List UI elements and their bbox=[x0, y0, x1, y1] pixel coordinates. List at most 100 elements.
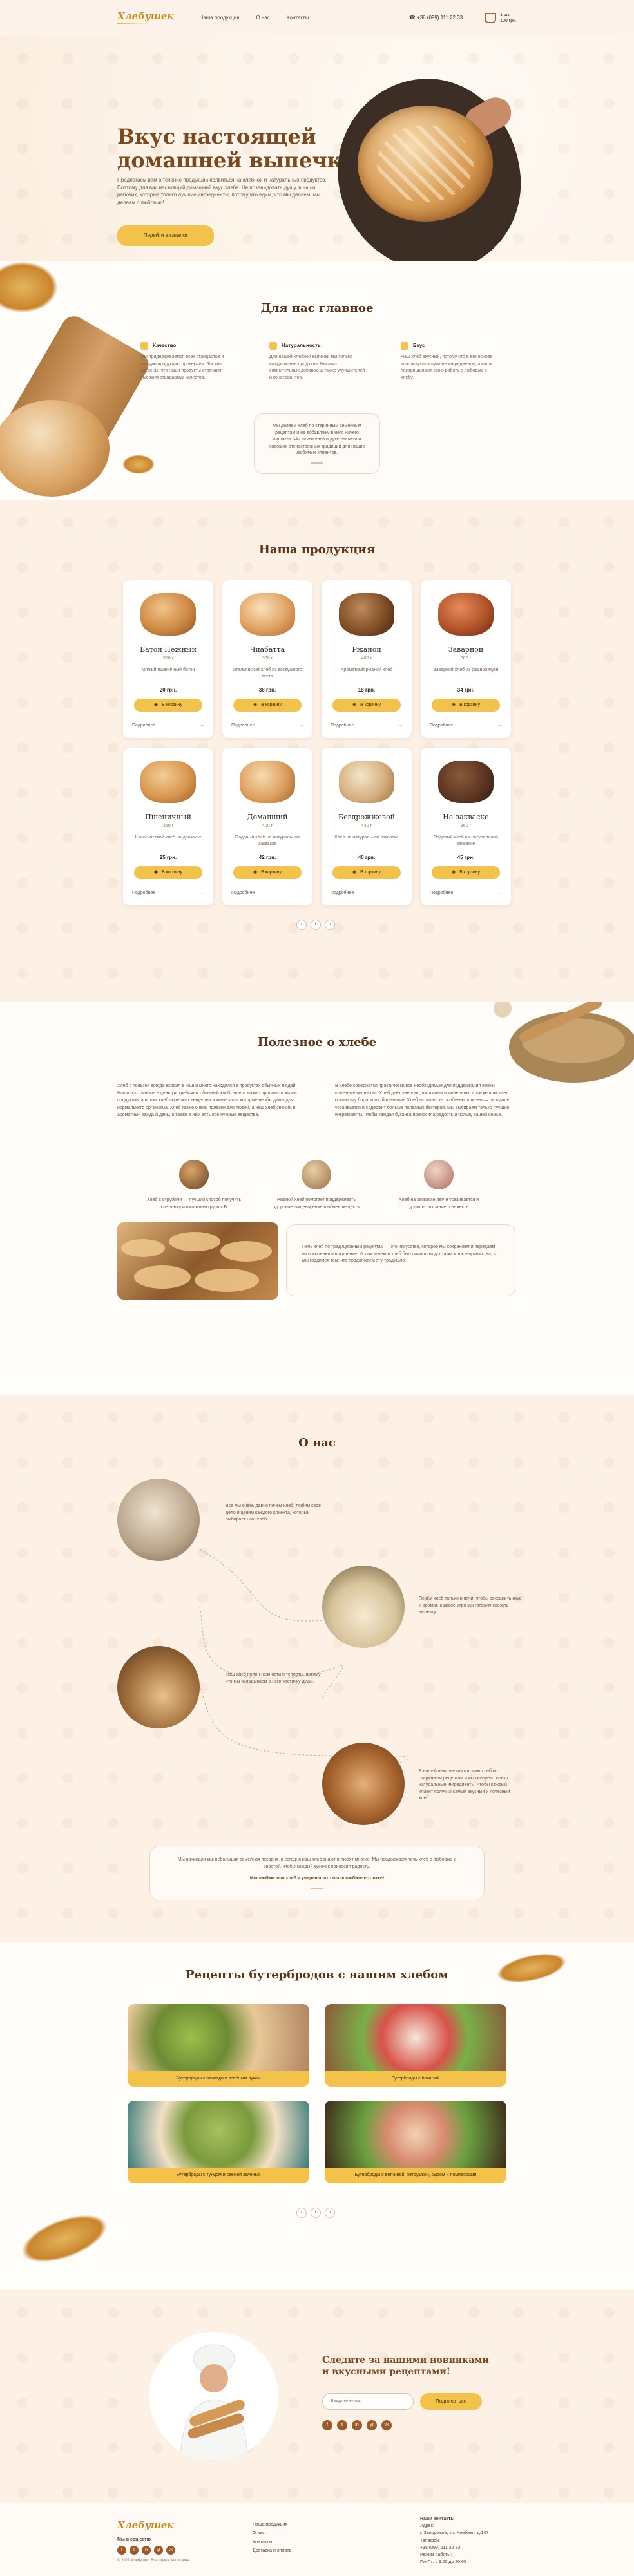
bread-rows-image bbox=[121, 1232, 272, 1292]
cart-button[interactable]: 1 шт. 100 грн. bbox=[485, 12, 517, 24]
product-description: Хлеб на натуральной закваске bbox=[334, 835, 399, 840]
telegram-icon[interactable]: t bbox=[130, 2546, 139, 2555]
details-link[interactable]: Подробнее → bbox=[331, 723, 403, 729]
add-to-cart-button[interactable]: ◉ В корзину bbox=[332, 699, 401, 712]
footer-link[interactable]: Наша продукция bbox=[253, 2521, 291, 2529]
add-to-cart-button[interactable]: ◉ В корзину bbox=[432, 866, 500, 880]
recipe-caption: Бутерброды с брынзой bbox=[325, 2071, 506, 2087]
catalog-button[interactable]: Перейти в каталог bbox=[117, 225, 214, 246]
instagram-icon[interactable]: in bbox=[352, 2420, 362, 2430]
recipe-card[interactable]: Бутерброды с тунцом и свежей зеленью bbox=[128, 2101, 309, 2183]
add-to-cart-button[interactable]: ◉ В корзину bbox=[332, 866, 401, 880]
quote-text: Печь хлеб по традиционным рецептам — это… bbox=[302, 1245, 496, 1263]
product-card[interactable]: Чиабатта 300 г Итальянский хлеб из воздушн… bbox=[222, 580, 312, 738]
page-indicator[interactable]: • bbox=[311, 2208, 321, 2218]
footer-link[interactable]: Контакты bbox=[253, 2538, 291, 2546]
product-image bbox=[438, 761, 494, 803]
phone-link[interactable]: ☎ +38 (099) 111 22 33 bbox=[409, 14, 463, 21]
phone[interactable]: +38 (099) 111 22 33 bbox=[420, 2544, 488, 2552]
add-to-cart-button[interactable]: ◉ В корзину bbox=[134, 866, 202, 880]
recipe-caption: Бутерброды с авокадо и зелёным луком bbox=[128, 2071, 309, 2087]
product-description: Ароматный ржаной хлеб bbox=[340, 668, 393, 673]
footer-socials: f t in yt vk bbox=[117, 2546, 190, 2555]
footer-link[interactable]: Доставка и оплата bbox=[253, 2546, 291, 2555]
details-link[interactable]: Подробнее → bbox=[132, 723, 204, 729]
useful-section: Полезное о хлебе Хлеб с пользой всегда в… bbox=[0, 1002, 634, 1395]
about-image-loaves bbox=[322, 1743, 405, 1825]
logo[interactable]: Хлебушек bbox=[117, 12, 174, 24]
background-pattern bbox=[0, 2290, 634, 2503]
nav-about[interactable]: О нас bbox=[256, 14, 269, 21]
facebook-icon[interactable]: f bbox=[117, 2546, 126, 2555]
useful-title: Полезное о хлебе bbox=[257, 1036, 377, 1049]
next-page-button[interactable]: › bbox=[325, 920, 335, 930]
add-to-cart-button[interactable]: ◉ В корзину bbox=[233, 699, 302, 712]
details-link[interactable]: Подробнее → bbox=[430, 723, 502, 729]
product-card[interactable]: Ржаной 400 г Ароматный ржаной хлеб 18 грн. ◉… bbox=[322, 580, 412, 738]
product-card[interactable]: На закваске 350 г Подовый хлеб на натураль… bbox=[421, 748, 511, 905]
instagram-icon[interactable]: in bbox=[142, 2546, 151, 2555]
about-image-jars bbox=[117, 1479, 200, 1561]
details-link[interactable]: Подробнее → bbox=[331, 890, 403, 896]
vk-icon[interactable]: vk bbox=[381, 2420, 392, 2430]
basket-icon: ◉ bbox=[253, 703, 258, 708]
fact-image bbox=[424, 1160, 454, 1189]
values-quote: Мы делаем хлеб по старинным семейным рец… bbox=[254, 413, 380, 474]
prev-page-button[interactable]: ‹ bbox=[296, 920, 307, 930]
youtube-icon[interactable]: yt bbox=[367, 2420, 377, 2430]
details-link[interactable]: Подробнее → bbox=[231, 890, 303, 896]
recipe-card[interactable]: Бутерброды с авокадо и зелёным луком bbox=[128, 2004, 309, 2087]
product-name: Батон Нежный bbox=[140, 645, 197, 654]
social-links: f t in yt vk bbox=[322, 2420, 392, 2430]
product-weight: 350 г bbox=[162, 824, 174, 829]
product-description: Подовый хлеб на натуральной закваске bbox=[235, 835, 300, 846]
subscribe-section: Следите за нашими новинками и вкусными р… bbox=[0, 2290, 634, 2503]
arrow-right-icon: → bbox=[398, 891, 403, 896]
fact-item: Ржаной хлеб помогает поддерживать здоров… bbox=[268, 1160, 365, 1211]
feature-text: Наш хлеб вкусный, потому что в его основ… bbox=[401, 355, 493, 380]
product-card[interactable]: Бездрожжевой 440 г Хлеб на натуральной зак… bbox=[322, 748, 412, 905]
footer-link[interactable]: О нас bbox=[253, 2529, 291, 2537]
email-input[interactable]: Введите e-mail bbox=[322, 2393, 414, 2410]
telegram-icon[interactable]: t bbox=[337, 2420, 347, 2430]
youtube-icon[interactable]: yt bbox=[154, 2546, 163, 2555]
add-to-cart-label: В корзину bbox=[360, 703, 381, 708]
recipe-caption: Бутерброды с тунцом и свежей зеленью bbox=[128, 2168, 309, 2183]
product-price: 18 грн. bbox=[358, 687, 376, 694]
product-card[interactable]: Батон Нежный 350 г Мягкий пшеничный батон 2… bbox=[123, 580, 213, 738]
hero-text: Предлагаем вам в течение продукции появи… bbox=[117, 177, 327, 205]
page-indicator[interactable]: • bbox=[311, 920, 321, 930]
about-text: В нашей пекарне мы готовим хлеб по стари… bbox=[419, 1769, 510, 1801]
quote-text: Мы делаем хлеб по старинным семейным рец… bbox=[269, 424, 365, 455]
add-to-cart-button[interactable]: ◉ В корзину bbox=[134, 699, 202, 712]
facebook-icon[interactable]: f bbox=[322, 2420, 332, 2430]
product-card[interactable]: Домашний 400 г Подовый хлеб на натуральной… bbox=[222, 748, 312, 905]
next-page-button[interactable]: › bbox=[325, 2208, 335, 2218]
details-link[interactable]: Подробнее → bbox=[430, 890, 502, 896]
basket-icon: ◉ bbox=[153, 870, 158, 875]
add-to-cart-button[interactable]: ◉ В корзину bbox=[233, 866, 302, 880]
vk-icon[interactable]: vk bbox=[166, 2546, 175, 2555]
product-description: Мягкий пшеничный батон bbox=[141, 668, 195, 673]
footer-logo[interactable]: Хлебушек bbox=[117, 2521, 190, 2530]
nav-products[interactable]: Наша продукция bbox=[200, 14, 240, 21]
product-image bbox=[140, 593, 196, 636]
quote-end: Мы любим наш хлеб и уверены, что вы полю… bbox=[249, 1876, 385, 1880]
recipe-card[interactable]: Бутерброды с ветчиной, петрушкой, сыром … bbox=[325, 2101, 506, 2183]
product-card[interactable]: Заварной 300 г Заварной хлеб из ржаной мук… bbox=[421, 580, 511, 738]
details-link[interactable]: Подробнее → bbox=[132, 890, 204, 896]
prev-page-button[interactable]: ‹ bbox=[296, 2208, 307, 2218]
add-to-cart-button[interactable]: ◉ В корзину bbox=[432, 699, 500, 712]
subscribe-button[interactable]: Подписаться bbox=[420, 2393, 482, 2410]
chef-image bbox=[149, 2332, 278, 2461]
product-name: Чиабатта bbox=[249, 645, 285, 654]
recipe-image bbox=[325, 2101, 506, 2168]
product-description: Подовый хлеб на натуральной закваске bbox=[434, 835, 498, 846]
quote-dots bbox=[311, 1887, 323, 1889]
nav-contacts[interactable]: Контакты bbox=[287, 14, 309, 21]
fact-item: Хлеб с отрубями — лучший способ получить… bbox=[146, 1160, 242, 1211]
recipe-card[interactable]: Бутерброды с брынзой bbox=[325, 2004, 506, 2087]
details-link[interactable]: Подробнее → bbox=[231, 723, 303, 729]
product-card[interactable]: Пшеничный 350 г Классический хлеб на дрожж… bbox=[123, 748, 213, 905]
product-price: 40 грн. bbox=[358, 855, 376, 861]
